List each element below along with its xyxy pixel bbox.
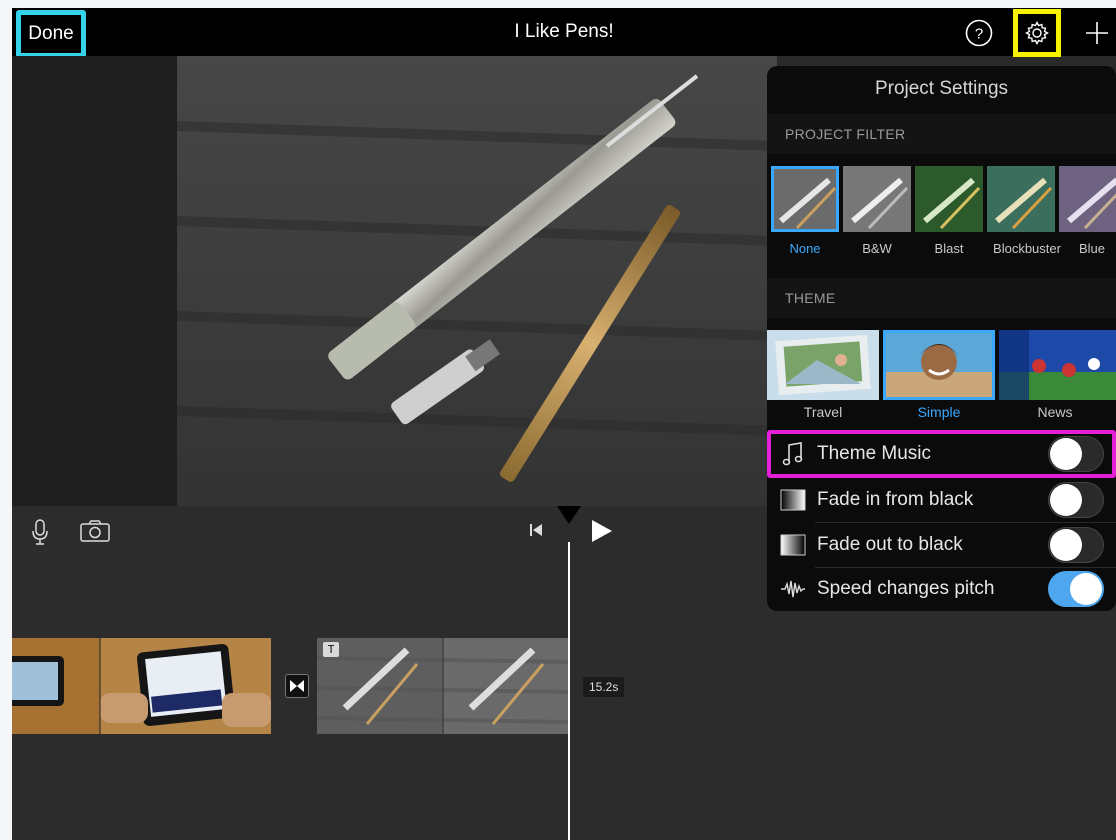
filter-label-blast[interactable]: Blast [913,241,985,256]
filter-none[interactable] [771,166,839,232]
filter-label-bw[interactable]: B&W [841,241,913,256]
filter-label-blue[interactable]: Blue [1063,241,1116,256]
speed-pitch-row[interactable]: Speed changes pitch [767,567,1116,611]
transition-icon [290,680,304,692]
gradient-square-icon [779,531,807,559]
speed-pitch-label: Speed changes pitch [817,578,995,599]
video-frame [177,56,777,506]
theme-music-label: Theme Music [817,443,932,464]
fade-in-toggle[interactable] [1048,482,1104,518]
theme-music-row[interactable]: Theme Music [767,432,1116,476]
theme-simple[interactable] [883,330,995,400]
question-circle-icon[interactable]: ? [964,18,994,48]
transition-button[interactable] [285,674,309,698]
theme-music-toggle[interactable] [1048,436,1104,472]
waveform-icon [779,575,807,603]
gradient-square-icon [779,486,807,514]
playhead-marker [557,506,581,524]
project-filter-heading: PROJECT FILTER [767,114,1116,154]
filter-label-blockbuster[interactable]: Blockbuster [985,241,1069,256]
playhead[interactable] [568,542,570,840]
theme-heading: THEME [767,278,1116,318]
filter-blast[interactable] [915,166,983,232]
camera-icon[interactable] [80,520,110,542]
project-settings-panel: Project Settings PROJECT FILTER None B&W… [767,66,1116,611]
play-icon[interactable] [590,518,614,544]
filter-bw[interactable] [843,166,911,232]
speed-pitch-toggle[interactable] [1048,571,1104,607]
project-title: I Like Pens! [514,21,614,42]
gear-icon [1025,21,1049,45]
theme-label-simple[interactable]: Simple [883,404,995,420]
fade-in-row[interactable]: Fade in from black [767,478,1116,522]
video-clip-ipad[interactable] [12,638,271,734]
imovie-app: Done I Like Pens! ? T 15.2s Project Sett… [12,8,1116,840]
theme-travel[interactable] [767,330,879,400]
done-button[interactable]: Done [16,10,86,58]
fade-out-row[interactable]: Fade out to black [767,523,1116,567]
left-panel [12,56,177,506]
theme-news[interactable] [999,330,1116,400]
video-viewer[interactable] [177,56,777,506]
svg-text:?: ? [975,26,983,43]
duration-badge: 15.2s [583,677,625,697]
video-clip-pens[interactable]: T [317,638,569,734]
skip-to-start-icon[interactable] [528,522,544,538]
fade-out-label: Fade out to black [817,534,963,555]
theme-label-news[interactable]: News [999,404,1111,420]
settings-button[interactable] [1013,9,1061,57]
music-note-icon [779,440,807,468]
theme-label-travel[interactable]: Travel [767,404,879,420]
plus-icon[interactable] [1082,18,1112,48]
top-bar: Done I Like Pens! ? [12,8,1116,58]
fade-out-toggle[interactable] [1048,527,1104,563]
filter-blockbuster[interactable] [987,166,1055,232]
filter-blue[interactable] [1059,166,1116,232]
fade-in-label: Fade in from black [817,489,974,510]
title-marker[interactable]: T [323,642,339,657]
microphone-icon[interactable] [30,518,50,546]
settings-title: Project Settings [874,78,1009,99]
filter-label-none[interactable]: None [769,241,841,256]
